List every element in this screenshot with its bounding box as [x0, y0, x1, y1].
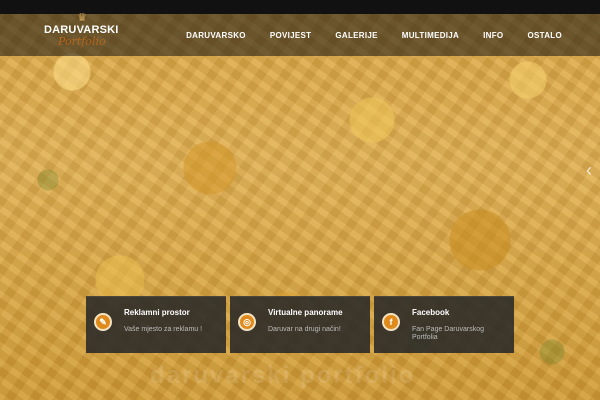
- feature-box-text: Fan Page Daruvarskog Portfolia: [412, 326, 484, 341]
- nav-item-galerije[interactable]: GALERIJE: [323, 31, 389, 40]
- top-bar: [0, 0, 600, 14]
- feature-box-reklamni[interactable]: ✎ Reklamni prostor Vaše mjesto za reklam…: [86, 296, 226, 353]
- crown-icon: ♛: [77, 12, 87, 24]
- feature-box-text: Vaše mjesto za reklamu !: [124, 326, 203, 333]
- panorama-icon: ◎: [238, 313, 256, 331]
- feature-box-facebook[interactable]: f Facebook Fan Page Daruvarskog Portfoli…: [374, 296, 514, 353]
- feature-boxes: ✎ Reklamni prostor Vaše mjesto za reklam…: [86, 296, 514, 353]
- slider-prev-arrow-icon[interactable]: ‹: [586, 160, 592, 181]
- nav-item-multimedija[interactable]: MULTIMEDIJA: [390, 31, 471, 40]
- logo-subtitle: Portfolio: [58, 35, 106, 48]
- facebook-icon: f: [382, 313, 400, 331]
- feature-box-panorame[interactable]: ◎ Virtualne panorame Daruvar na drugi na…: [230, 296, 370, 353]
- feature-box-text: Daruvar na drugi način!: [268, 326, 341, 333]
- megaphone-icon: ✎: [94, 313, 112, 331]
- nav-item-info[interactable]: INFO: [471, 31, 515, 40]
- feature-box-title: Reklamni prostor: [124, 308, 190, 317]
- navbar: ♛ DARUVARSKI Portfolio DARUVARSKO POVIJE…: [0, 12, 600, 56]
- feature-box-title: Virtualne panorame: [268, 308, 343, 317]
- nav-item-povijest[interactable]: POVIJEST: [258, 31, 324, 40]
- nav-item-daruvarsko[interactable]: DARUVARSKO: [186, 31, 258, 40]
- nav-item-ostalo[interactable]: OSTALO: [515, 31, 562, 40]
- watermark-text: daruvarski portfolio: [150, 362, 416, 389]
- site-logo[interactable]: ♛ DARUVARSKI Portfolio: [44, 12, 134, 52]
- main-nav: DARUVARSKO POVIJEST GALERIJE MULTIMEDIJA…: [186, 14, 562, 56]
- feature-box-title: Facebook: [412, 308, 450, 317]
